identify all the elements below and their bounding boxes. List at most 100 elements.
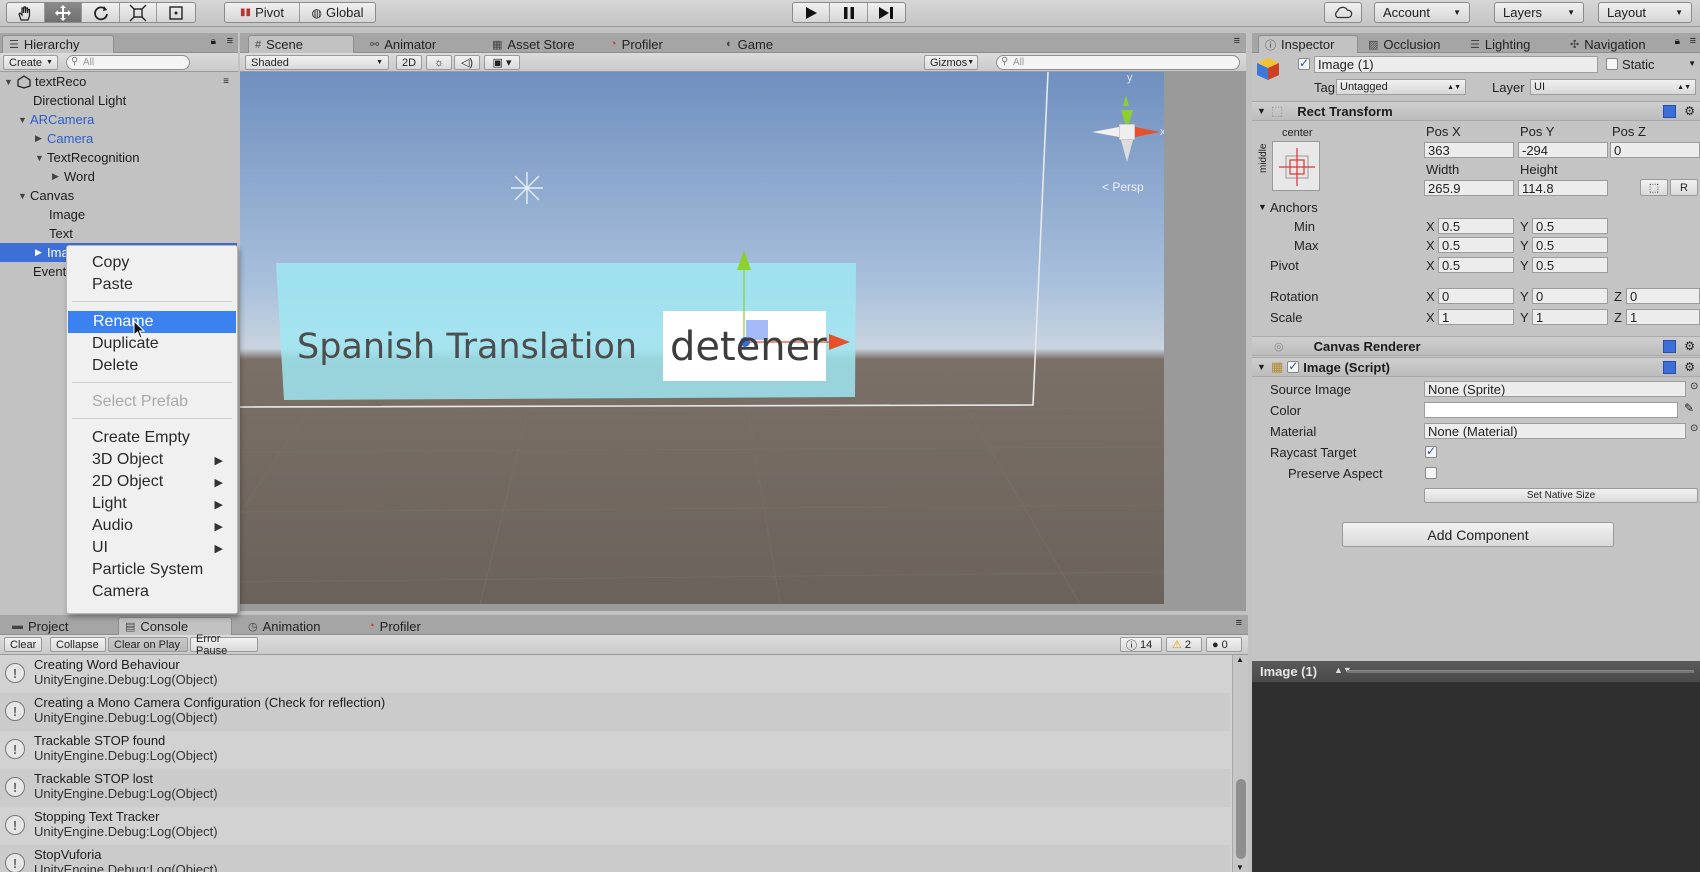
audio-toggle-icon[interactable]: ◁) bbox=[454, 55, 480, 70]
error-filter-toggle[interactable]: ● 0 bbox=[1206, 637, 1242, 652]
tab-lighting[interactable]: ☰ Lighting bbox=[1464, 35, 1536, 53]
object-picker-icon[interactable]: ⊙ bbox=[1690, 381, 1698, 392]
hierarchy-item-word[interactable]: ▶ Word bbox=[0, 167, 237, 186]
anchor-min-y-field[interactable]: 0.5 bbox=[1532, 218, 1608, 234]
image-script-header[interactable]: ▼ ▦ Image (Script) ⚙ bbox=[1252, 357, 1700, 377]
collapse-arrow-icon[interactable]: ▶ bbox=[35, 133, 47, 144]
2d-toggle-button[interactable]: 2D bbox=[396, 55, 422, 70]
menu-item-create-empty[interactable]: Create Empty bbox=[67, 427, 237, 449]
log-entry[interactable]: ! StopVuforia UnityEngine.Debug:Log(Obje… bbox=[0, 845, 1230, 872]
expand-arrow-icon[interactable]: ▼ bbox=[4, 77, 16, 87]
object-picker-icon[interactable]: ⊙ bbox=[1690, 423, 1698, 434]
console-scroll-thumb[interactable] bbox=[1236, 779, 1246, 859]
menu-item-2d-object[interactable]: 2D Object ▶ bbox=[67, 471, 237, 493]
pivot-x-field[interactable]: 0.5 bbox=[1438, 257, 1514, 273]
menu-item-3d-object[interactable]: 3D Object ▶ bbox=[67, 449, 237, 471]
component-settings-gear-icon[interactable]: ⚙ bbox=[1684, 104, 1695, 118]
tab-profiler[interactable]: ◔ Profiler bbox=[604, 35, 669, 53]
rotate-tool-icon[interactable] bbox=[82, 3, 120, 22]
set-native-size-button[interactable]: Set Native Size bbox=[1424, 488, 1698, 503]
menu-item-duplicate[interactable]: Duplicate bbox=[67, 333, 237, 355]
raycast-target-checkbox[interactable] bbox=[1425, 444, 1437, 458]
warning-filter-toggle[interactable]: ⚠ 2 bbox=[1166, 637, 1202, 652]
expand-arrow-icon[interactable]: ▼ bbox=[1257, 362, 1269, 372]
expand-arrow-icon[interactable]: ▼ bbox=[1257, 106, 1269, 116]
rotation-y-field[interactable]: 0 bbox=[1532, 288, 1608, 304]
scroll-up-icon[interactable]: ▲ bbox=[1236, 655, 1244, 664]
anchor-max-y-field[interactable]: 0.5 bbox=[1532, 237, 1608, 253]
menu-item-light[interactable]: Light ▶ bbox=[67, 493, 237, 515]
step-button[interactable] bbox=[868, 3, 905, 22]
rect-tool-icon[interactable] bbox=[157, 3, 195, 22]
scroll-down-icon[interactable]: ▼ bbox=[1236, 863, 1244, 872]
add-component-button[interactable]: Add Component bbox=[1342, 522, 1614, 547]
shading-mode-dropdown[interactable]: Shaded ▼ bbox=[245, 55, 389, 70]
preview-drag-handle[interactable] bbox=[1347, 670, 1694, 673]
create-dropdown[interactable]: Create ▼ bbox=[3, 55, 58, 70]
lock-icon[interactable]: 🔒︎ bbox=[211, 36, 216, 47]
preview-header[interactable]: Image (1) ▲▼ bbox=[1252, 661, 1700, 683]
collapse-arrow-icon[interactable]: ▶ bbox=[35, 247, 47, 258]
effects-dropdown-icon[interactable]: ▣ ▾ bbox=[484, 55, 520, 70]
scene-menu-icon[interactable]: ≡ bbox=[223, 76, 229, 87]
scale-y-field[interactable]: 1 bbox=[1532, 309, 1608, 325]
anchor-max-x-field[interactable]: 0.5 bbox=[1438, 237, 1514, 253]
expand-arrow-icon[interactable]: ▼ bbox=[18, 191, 30, 201]
log-entry[interactable]: ! Trackable STOP lost UnityEngine.Debug:… bbox=[0, 769, 1230, 807]
pos-y-field[interactable]: -294 bbox=[1518, 142, 1608, 158]
tab-project[interactable]: ▬ Project bbox=[6, 617, 74, 635]
object-name-field[interactable]: Image (1) bbox=[1314, 56, 1598, 73]
account-dropdown[interactable]: Account ▼ bbox=[1374, 2, 1470, 23]
pos-z-field[interactable]: 0 bbox=[1610, 142, 1700, 158]
rotation-x-field[interactable]: 0 bbox=[1438, 288, 1514, 304]
panel-menu-icon[interactable]: ≡ bbox=[1690, 35, 1696, 47]
directional-light-gizmo-icon[interactable] bbox=[511, 172, 543, 204]
hierarchy-item-camera[interactable]: ▶ Camera bbox=[0, 129, 237, 148]
panel-menu-icon[interactable]: ≡ bbox=[227, 35, 233, 47]
panel-menu-icon[interactable]: ≡ bbox=[1234, 35, 1240, 47]
width-field[interactable]: 265.9 bbox=[1424, 180, 1514, 196]
scene-viewport[interactable]: y x < Persp Spanish Translation detener bbox=[240, 72, 1164, 604]
scene-root-row[interactable]: ▼ textReco ≡ bbox=[0, 72, 237, 91]
gizmo-y-arrow-icon[interactable] bbox=[737, 250, 751, 270]
height-field[interactable]: 114.8 bbox=[1518, 180, 1608, 196]
tab-asset-store[interactable]: ▦ Asset Store bbox=[486, 35, 581, 53]
color-swatch[interactable] bbox=[1424, 402, 1678, 418]
static-dropdown-arrow-icon[interactable]: ▼ bbox=[1688, 59, 1696, 68]
tab-occlusion[interactable]: ▨ Occlusion bbox=[1362, 35, 1446, 53]
cloud-button[interactable] bbox=[1324, 2, 1362, 23]
active-checkbox[interactable] bbox=[1298, 56, 1310, 70]
tab-game[interactable]: ◐ Game bbox=[720, 35, 779, 53]
tab-scene[interactable]: # Scene bbox=[248, 35, 354, 53]
lock-icon[interactable]: 🔒︎ bbox=[1675, 36, 1680, 47]
move-tool-icon[interactable] bbox=[44, 3, 83, 22]
hierarchy-item-textrecognition[interactable]: ▼ TextRecognition bbox=[0, 148, 237, 167]
menu-item-rename[interactable]: Rename bbox=[68, 311, 236, 333]
clear-on-play-toggle[interactable]: Clear on Play bbox=[108, 637, 188, 652]
scene-orientation-gizmo[interactable] bbox=[1092, 95, 1160, 162]
image-enabled-checkbox[interactable] bbox=[1287, 359, 1300, 373]
hand-tool-icon[interactable] bbox=[7, 3, 45, 22]
pivot-button[interactable]: ▮▮ Pivot bbox=[225, 3, 301, 22]
tag-dropdown[interactable]: Untagged ▲▼ bbox=[1336, 79, 1466, 95]
eyedropper-icon[interactable]: ✎ bbox=[1684, 401, 1694, 415]
hierarchy-item-image[interactable]: Image bbox=[0, 205, 237, 224]
tab-navigation[interactable]: ✣ Navigation bbox=[1564, 35, 1652, 53]
hierarchy-search-input[interactable]: All bbox=[66, 55, 190, 70]
pause-button[interactable] bbox=[830, 3, 868, 22]
pos-x-field[interactable]: 363 bbox=[1424, 142, 1514, 158]
scale-x-field[interactable]: 1 bbox=[1438, 309, 1514, 325]
log-entry[interactable]: ! Stopping Text Tracker UnityEngine.Debu… bbox=[0, 807, 1230, 845]
hierarchy-item-text[interactable]: Text bbox=[0, 224, 237, 243]
expand-arrow-icon[interactable]: ▼ bbox=[18, 115, 30, 125]
menu-item-camera[interactable]: Camera bbox=[67, 581, 237, 603]
error-pause-toggle[interactable]: Error Pause bbox=[190, 633, 258, 657]
help-book-icon[interactable] bbox=[1663, 360, 1676, 374]
scene-search-input[interactable]: All bbox=[996, 55, 1240, 70]
menu-item-audio[interactable]: Audio ▶ bbox=[67, 515, 237, 537]
rect-transform-header[interactable]: ▼ ⬚ Rect Transform ⚙ bbox=[1252, 101, 1700, 121]
log-entry[interactable]: ! Creating Word Behaviour UnityEngine.De… bbox=[0, 655, 1230, 693]
menu-item-particle-system[interactable]: Particle System bbox=[67, 559, 237, 581]
log-entry[interactable]: ! Creating a Mono Camera Configuration (… bbox=[0, 693, 1230, 731]
raw-edit-button[interactable]: R bbox=[1670, 179, 1698, 196]
